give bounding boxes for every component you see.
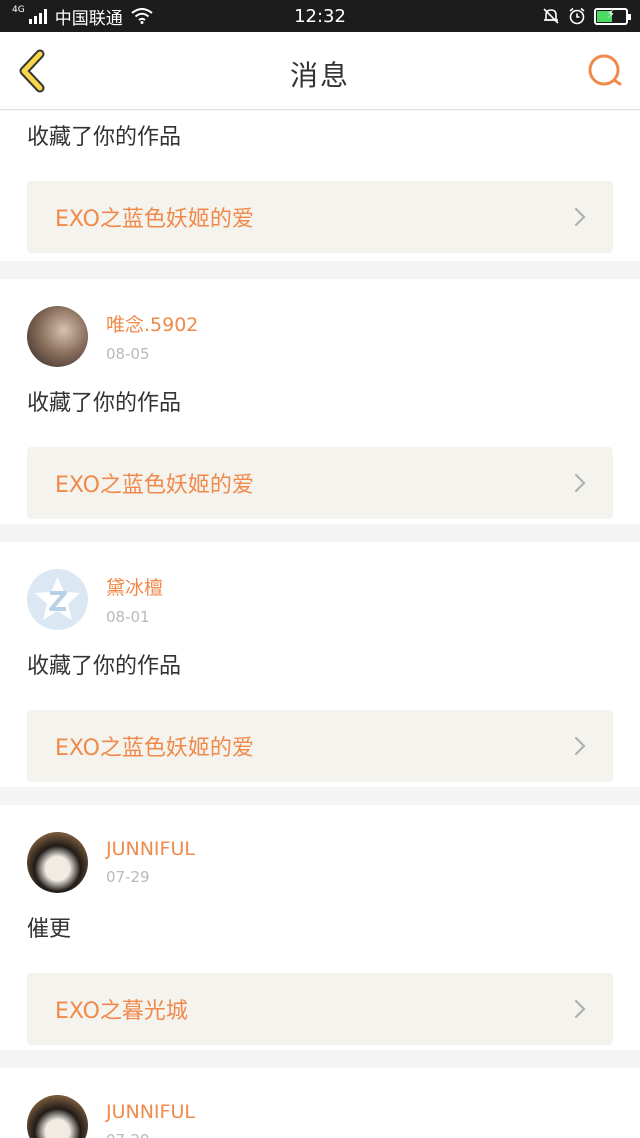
message-card: 收藏了你的作品 EXO之蓝色妖姬的爱 — [0, 111, 640, 261]
user-name[interactable]: JUNNIFUL — [106, 1101, 195, 1123]
bell-muted-icon — [543, 8, 559, 24]
user-row: 黛冰檀 08-01 — [27, 568, 613, 630]
avatar[interactable] — [27, 1094, 88, 1138]
message-card: 黛冰檀 08-01 收藏了你的作品 EXO之蓝色妖姬的爱 — [0, 542, 640, 787]
status-bar: 4G 中国联通 12:32 ⚡ — [0, 0, 640, 32]
network-type: 4G — [12, 5, 25, 15]
work-title: EXO之蓝色妖姬的爱 — [55, 736, 254, 761]
message-action: 收藏了你的作品 — [27, 654, 182, 679]
message-card: JUNNIFUL 07-29 — [0, 1068, 640, 1138]
page-title: 消息 — [289, 59, 350, 92]
message-action: 收藏了你的作品 — [27, 125, 182, 150]
message-date: 08-05 — [106, 344, 150, 363]
avatar[interactable] — [27, 831, 88, 893]
nav-bar: 消息 — [0, 32, 640, 110]
avatar[interactable] — [27, 568, 88, 630]
user-meta: 黛冰檀 08-01 — [106, 573, 163, 626]
user-name[interactable]: 黛冰檀 — [106, 573, 163, 600]
chevron-right-icon — [574, 999, 586, 1019]
user-name[interactable]: JUNNIFUL — [106, 838, 195, 860]
work-title: EXO之蓝色妖姬的爱 — [55, 473, 254, 498]
user-meta: JUNNIFUL 07-29 — [106, 1101, 195, 1138]
work-title: EXO之暮光城 — [55, 999, 188, 1024]
chevron-right-icon — [574, 473, 586, 493]
work-link[interactable]: EXO之蓝色妖姬的爱 — [27, 447, 613, 519]
status-right: ⚡ — [542, 7, 631, 25]
search-button[interactable] — [586, 52, 624, 90]
user-meta: 唯念.5902 08-05 — [106, 310, 198, 363]
alarm-icon — [569, 7, 585, 25]
carrier-name: 中国联通 — [54, 8, 123, 29]
chevron-right-icon — [574, 736, 586, 756]
user-meta: JUNNIFUL 07-29 — [106, 838, 195, 886]
chevron-right-icon — [574, 207, 586, 227]
user-name[interactable]: 唯念.5902 — [106, 310, 198, 337]
user-row: 唯念.5902 08-05 — [27, 305, 613, 367]
work-link[interactable]: EXO之蓝色妖姬的爱 — [27, 181, 613, 253]
message-card: JUNNIFUL 07-29 催更 EXO之暮光城 — [0, 805, 640, 1050]
battery-icon: ⚡ — [594, 7, 631, 25]
message-list: 收藏了你的作品 EXO之蓝色妖姬的爱 唯念.5902 08-05 收藏了你的作品… — [0, 111, 640, 1138]
work-title: EXO之蓝色妖姬的爱 — [55, 207, 254, 232]
message-action: 催更 — [27, 917, 72, 942]
message-date: 07-29 — [106, 868, 150, 886]
message-card: 唯念.5902 08-05 收藏了你的作品 EXO之蓝色妖姬的爱 — [0, 279, 640, 524]
default-avatar-icon — [35, 576, 80, 620]
status-left: 4G 中国联通 — [12, 4, 153, 29]
work-link[interactable]: EXO之暮光城 — [27, 973, 613, 1045]
user-row: JUNNIFUL 07-29 — [27, 1094, 613, 1138]
user-row: JUNNIFUL 07-29 — [27, 831, 613, 893]
message-date: 07-29 — [106, 1131, 195, 1138]
message-date: 08-01 — [106, 607, 150, 626]
avatar[interactable] — [27, 305, 88, 367]
signal-icon — [28, 8, 47, 24]
message-action: 收藏了你的作品 — [27, 391, 182, 416]
wifi-icon — [131, 8, 153, 24]
work-link[interactable]: EXO之蓝色妖姬的爱 — [27, 710, 613, 782]
